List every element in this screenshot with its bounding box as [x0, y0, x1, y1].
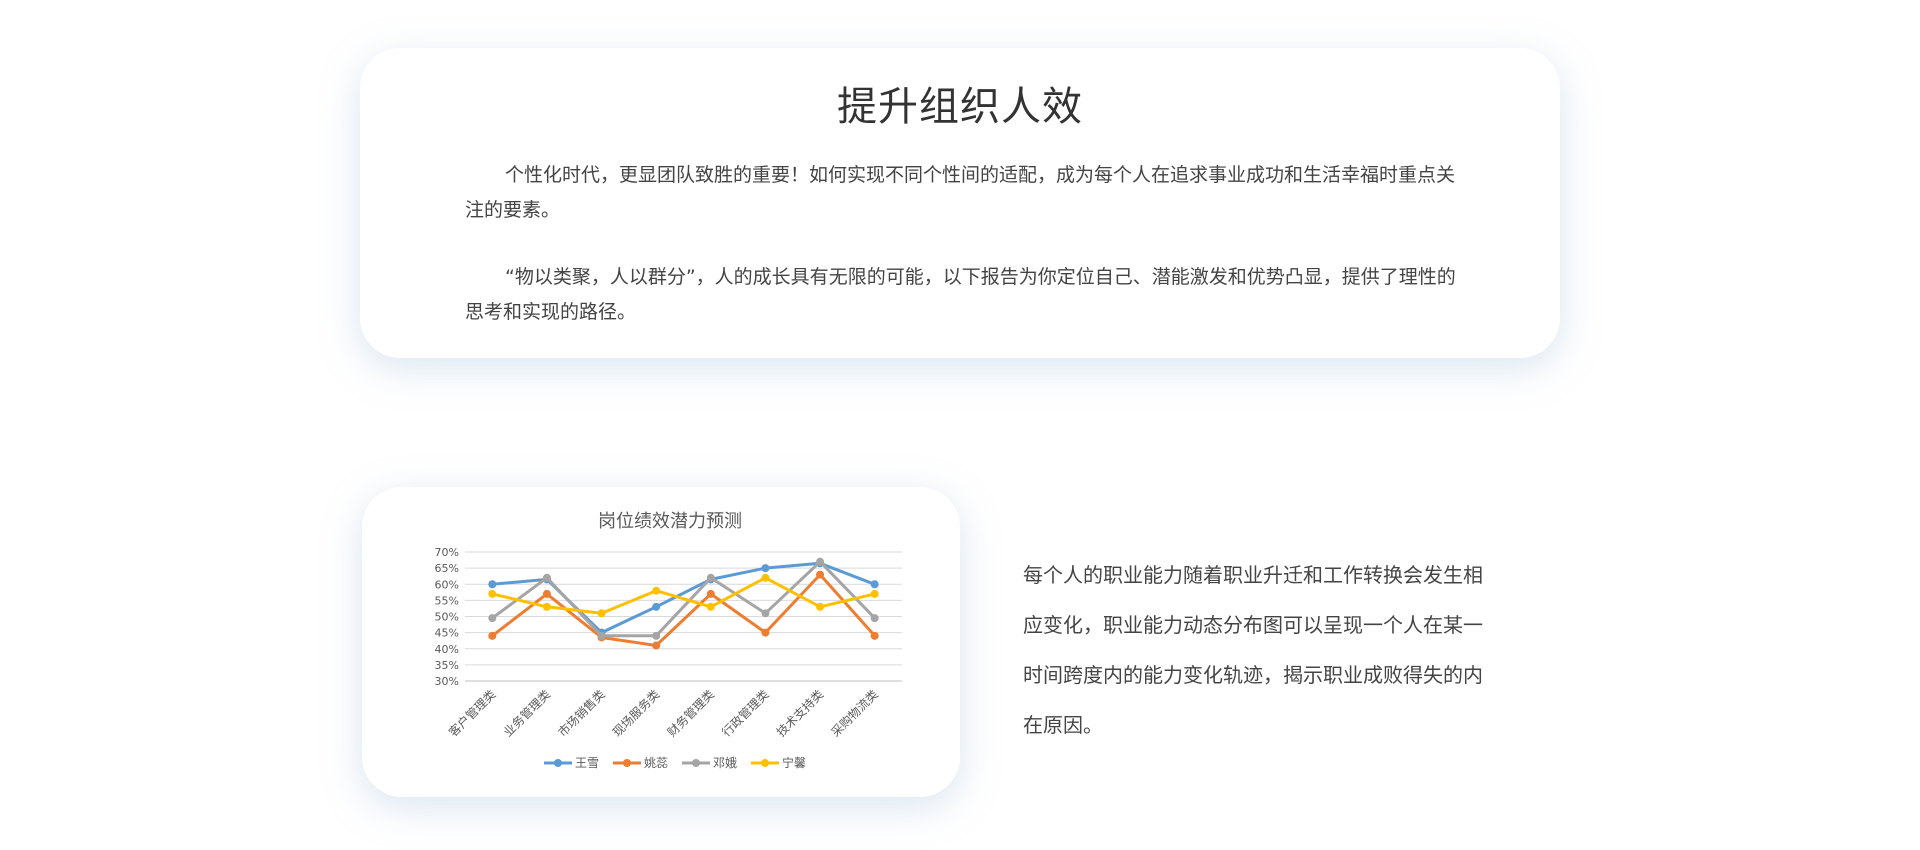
- data-point: [597, 609, 606, 618]
- y-tick-label: 50%: [435, 611, 459, 624]
- legend-label: 宁馨: [782, 755, 806, 770]
- x-category-label: 采购物流类: [828, 687, 881, 740]
- data-point: [706, 589, 715, 598]
- legend-marker: [761, 759, 769, 767]
- data-point: [542, 589, 551, 598]
- legend-label: 邓娥: [713, 756, 737, 770]
- data-point: [870, 580, 879, 589]
- data-point: [652, 641, 661, 650]
- x-category-label: 客户管理类: [445, 687, 498, 740]
- legend-marker: [692, 759, 700, 767]
- intro-paragraph-2: “物以类聚，人以群分”，人的成长具有无限的可能，以下报告为你定位自己、潜能激发和…: [465, 266, 1456, 323]
- data-point: [870, 589, 879, 598]
- chart-card: 岗位绩效潜力预测 30% 35% 40% 45% 50% 55% 60% 65% 70% 客户管…: [362, 487, 960, 797]
- chart-series: [488, 557, 879, 650]
- data-point: [870, 631, 879, 640]
- legend-item: 王雪: [544, 756, 599, 770]
- legend-marker: [554, 759, 562, 767]
- x-category-label: 技术支持类: [773, 687, 826, 740]
- y-tick-label: 60%: [435, 578, 459, 591]
- legend-marker: [623, 759, 631, 767]
- data-point: [761, 628, 770, 637]
- x-category-label: 财务管理类: [664, 687, 717, 740]
- data-point: [761, 609, 770, 618]
- data-point: [597, 631, 606, 640]
- data-point: [706, 573, 715, 582]
- y-tick-label: 55%: [435, 594, 459, 607]
- y-tick-label: 40%: [435, 643, 459, 656]
- legend-label: 王雪: [575, 756, 599, 770]
- chart-legend: 王雪 姚蕊 邓娥 宁馨: [544, 755, 806, 770]
- legend-item: 宁馨: [751, 755, 806, 770]
- data-point: [488, 580, 497, 589]
- legend-item: 姚蕊: [613, 756, 668, 770]
- y-tick-label: 45%: [435, 627, 459, 640]
- intro-paragraph-1: 个性化时代，更显团队致胜的重要！如何实现不同个性间的适配，成为每个人在追求事业成…: [465, 164, 1456, 221]
- intro-card: 提升组织人效 个性化时代，更显团队致胜的重要！如何实现不同个性间的适配，成为每个…: [360, 48, 1560, 358]
- legend-item: 邓娥: [682, 756, 737, 770]
- data-point: [652, 631, 661, 640]
- data-point: [816, 602, 825, 611]
- legend-label: 姚蕊: [644, 756, 668, 770]
- y-tick-label: 70%: [435, 546, 459, 559]
- data-point: [816, 570, 825, 579]
- data-point: [652, 586, 661, 595]
- data-point: [706, 602, 715, 611]
- x-category-label: 现场服务类: [609, 687, 662, 740]
- data-point: [488, 589, 497, 598]
- data-point: [488, 631, 497, 640]
- data-point: [488, 614, 497, 623]
- page-title: 提升组织人效: [837, 84, 1083, 130]
- chart-title: 岗位绩效潜力预测: [598, 511, 742, 532]
- x-category-label: 业务管理类: [500, 687, 553, 740]
- x-axis-categories: 客户管理类 业务管理类 市场销售类 现场服务类 财务管理类 行政管理类 技术支持类 采购物流类: [445, 687, 880, 740]
- data-point: [761, 564, 770, 573]
- data-point: [816, 557, 825, 566]
- line-chart: 岗位绩效潜力预测 30% 35% 40% 45% 50% 55% 60% 65% 70% 客户管…: [435, 511, 902, 770]
- x-category-label: 市场销售类: [555, 687, 608, 740]
- y-tick-label: 65%: [435, 562, 459, 575]
- chart-grid: [465, 551, 902, 682]
- data-point: [870, 614, 879, 623]
- y-axis-ticks: 30% 35% 40% 45% 50% 55% 60% 65% 70%: [435, 546, 459, 688]
- y-tick-label: 30%: [435, 675, 459, 688]
- x-category-label: 行政管理类: [719, 687, 772, 740]
- data-point: [761, 573, 770, 582]
- y-tick-label: 35%: [435, 659, 459, 672]
- data-point: [652, 602, 661, 611]
- data-point: [542, 602, 551, 611]
- side-description: 每个人的职业能力随着职业升迁和工作转换会发生相应变化，职业能力动态分布图可以呈现…: [1023, 563, 1483, 737]
- series-line: [491, 573, 876, 647]
- data-point: [542, 573, 551, 582]
